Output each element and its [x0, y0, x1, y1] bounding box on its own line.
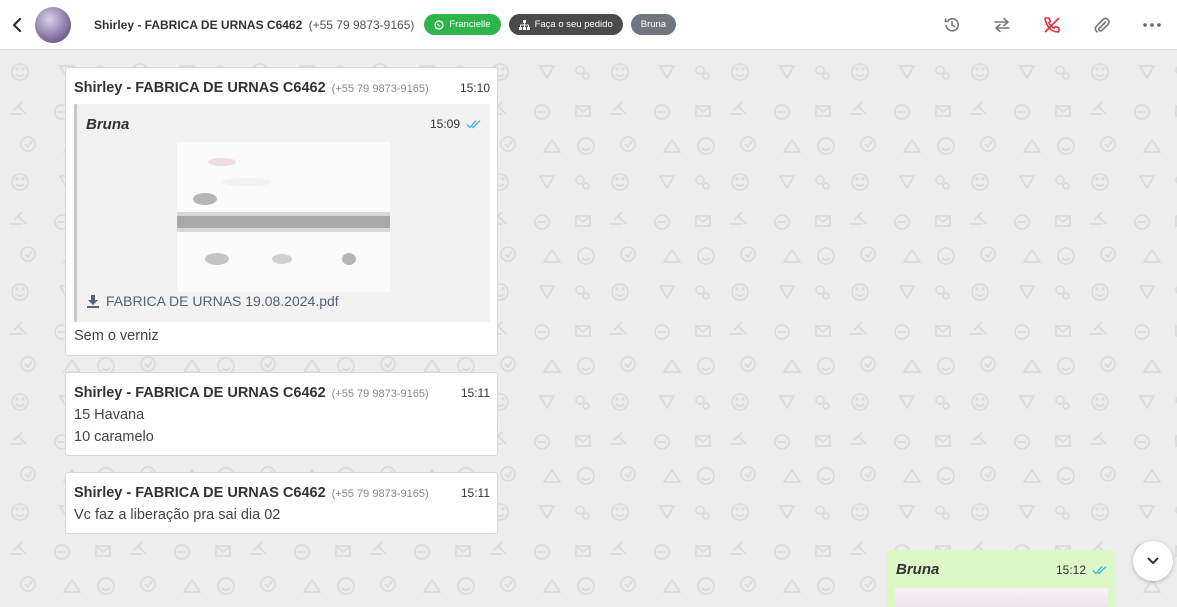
pdf-thumbnail[interactable]: [177, 142, 390, 292]
tag-label: Faça o seu pedido: [534, 19, 613, 30]
header-actions: [927, 0, 1177, 50]
history-button[interactable]: [927, 0, 977, 50]
message-bubble[interactable]: Shirley - FABRICA DE URNAS C6462 (+55 79…: [65, 67, 498, 356]
transfer-icon: [994, 17, 1010, 33]
sender-name: Shirley - FABRICA DE URNAS C6462: [74, 485, 326, 501]
tag-agent[interactable]: Bruna: [630, 14, 677, 35]
outgoing-message-bubble[interactable]: Bruna 15:12: [887, 550, 1116, 607]
back-button[interactable]: [0, 0, 34, 50]
message-time: 15:11: [460, 486, 490, 500]
outgoing-time-text: 15:12: [1055, 563, 1086, 577]
more-button[interactable]: [1127, 0, 1177, 50]
sender-phone: (+55 79 9873-9165): [331, 388, 429, 400]
message-time: 15:11: [460, 386, 490, 400]
message-text: 15 Havana: [74, 407, 145, 423]
quote-author: Bruna: [86, 116, 130, 133]
scroll-to-bottom-button[interactable]: [1133, 541, 1173, 581]
avatar[interactable]: [35, 6, 71, 43]
outgoing-image-preview[interactable]: [895, 588, 1108, 607]
blurred-document-preview: [177, 142, 390, 292]
tag-label: Francielle: [449, 19, 491, 30]
whatsapp-icon: [434, 19, 444, 30]
quoted-message[interactable]: Bruna 15:09 FABRICA DE URNAS 19.08.2024.…: [74, 104, 490, 322]
message-header: Shirley - FABRICA DE URNAS C6462 (+55 79…: [74, 80, 490, 96]
history-icon: [944, 18, 959, 32]
chat-header: Shirley - FABRICA DE URNAS C6462 (+55 79…: [0, 0, 1177, 50]
more-icon: [1143, 23, 1161, 27]
message-time: 15:10: [459, 81, 490, 95]
double-check-icon: [1092, 566, 1107, 575]
message-header: Shirley - FABRICA DE URNAS C6462 (+55 79…: [74, 385, 490, 401]
tag-channel[interactable]: Francielle: [424, 14, 501, 35]
message-bubble[interactable]: Shirley - FABRICA DE URNAS C6462 (+55 79…: [65, 472, 498, 534]
end-call-button[interactable]: [1027, 0, 1077, 50]
double-check-icon: [466, 120, 481, 129]
sender-phone: (+55 79 9873-9165): [331, 83, 429, 95]
chevron-down-icon: [1147, 557, 1159, 564]
sender-name: Shirley - FABRICA DE URNAS C6462: [74, 80, 326, 96]
sender-phone: (+55 79 9873-9165): [331, 488, 429, 500]
quote-time-text: 15:09: [429, 117, 460, 131]
contact-phone: (+55 79 9873-9165): [308, 17, 415, 32]
attach-icon: [1094, 17, 1110, 33]
sender-name: Shirley - FABRICA DE URNAS C6462: [74, 385, 326, 401]
attach-button[interactable]: [1077, 0, 1127, 50]
message-bubble[interactable]: Shirley - FABRICA DE URNAS C6462 (+55 79…: [65, 372, 498, 456]
message-header: Shirley - FABRICA DE URNAS C6462 (+55 79…: [74, 485, 490, 501]
message-text: 10 caramelo: [74, 429, 154, 445]
tag-label: Bruna: [640, 19, 667, 30]
tag-flow[interactable]: Faça o seu pedido: [508, 14, 623, 35]
contact-name: Shirley - FABRICA DE URNAS C6462: [94, 17, 303, 32]
outgoing-author: Bruna: [896, 561, 940, 578]
download-icon: [87, 295, 99, 308]
transfer-button[interactable]: [977, 0, 1027, 50]
pdf-download-link[interactable]: FABRICA DE URNAS 19.08.2024.pdf: [86, 293, 339, 309]
end-call-icon: [1044, 17, 1060, 33]
chevron-left-icon: [12, 17, 22, 32]
quote-time: 15:09: [430, 117, 482, 131]
outgoing-time: 15:12: [1056, 563, 1108, 577]
sitemap-icon: [518, 19, 530, 30]
message-text: Sem o verniz: [74, 328, 159, 344]
chat-title[interactable]: Shirley - FABRICA DE URNAS C6462 (+55 79…: [94, 18, 414, 32]
pdf-file-name: FABRICA DE URNAS 19.08.2024.pdf: [106, 293, 339, 309]
message-text: Vc faz a liberação pra sai dia 02: [74, 507, 281, 523]
chat-area[interactable]: Shirley - FABRICA DE URNAS C6462 (+55 79…: [0, 50, 1177, 607]
